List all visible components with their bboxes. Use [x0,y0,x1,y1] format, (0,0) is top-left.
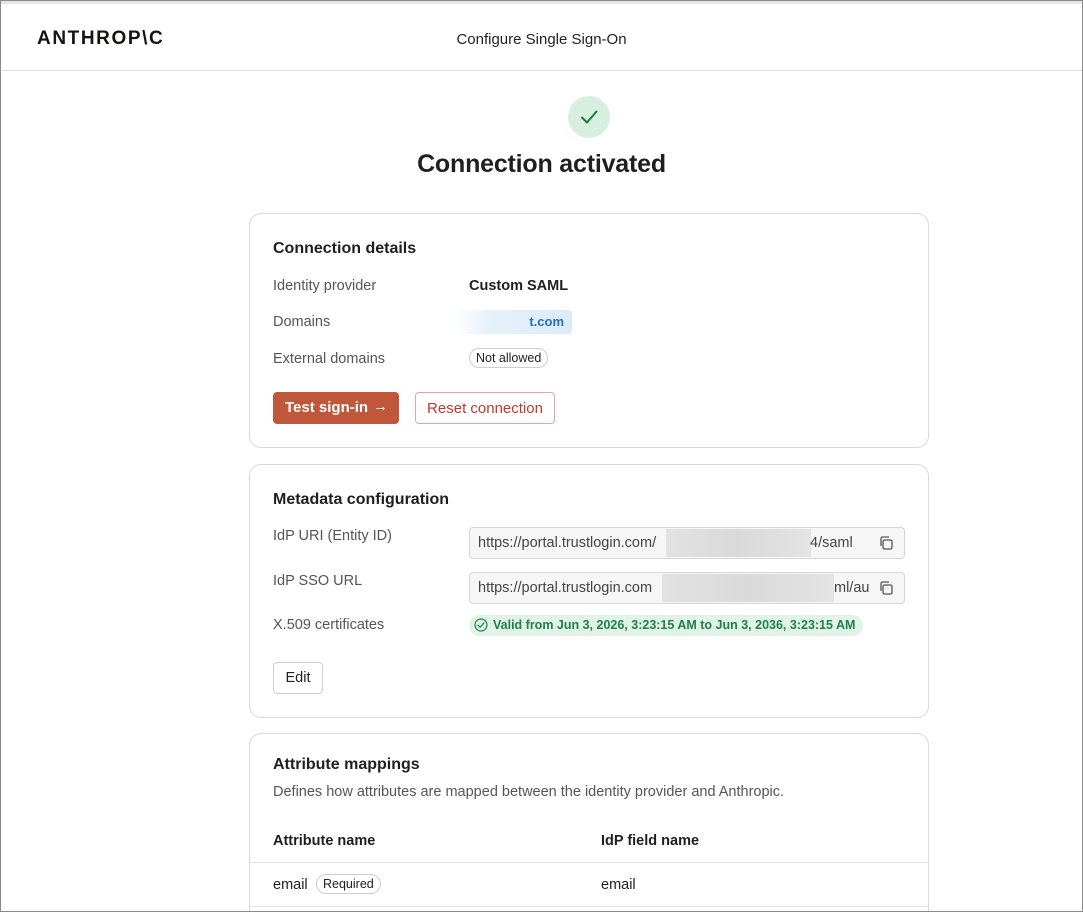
domains-label: Domains [273,314,331,330]
edit-button[interactable]: Edit [273,662,323,694]
idp-uri-value-end: 4/saml [810,535,853,551]
idp-uri-field[interactable]: https://portal.trustlogin.com/ 4/saml [469,527,905,559]
idp-uri-label: IdP URI (Entity ID) [273,528,392,544]
status-heading: Connection activated [417,150,666,178]
domain-chip: t.com [454,310,572,334]
external-domains-badge: Not allowed [469,348,549,368]
x509-certificates-label: X.509 certificates [273,617,385,633]
idp-sso-url-value: https://portal.trustlogin.com [478,580,653,596]
connection-details-card: Connection details Identity provider Cus… [249,213,929,448]
attribute-mappings-title: Attribute mappings [273,756,420,773]
idp-sso-url-value-end: ml/au [834,580,870,596]
idp-sso-url-field[interactable]: https://portal.trustlogin.com ml/au [469,572,905,604]
identity-provider-label: Identity provider [273,278,377,294]
copy-icon[interactable] [878,580,894,596]
column-header-idp-field-name: IdP field name [601,833,700,849]
top-bar: ANTHROP\C Configure Single Sign-On [1,1,1082,71]
test-sign-in-label: Test sign-in [285,399,369,416]
connection-details-title: Connection details [273,240,417,257]
arrow-right-icon: → [373,398,388,415]
attribute-name-cell: email [273,877,308,893]
reset-connection-button[interactable]: Reset connection [415,392,555,424]
idp-uri-value: https://portal.trustlogin.com/ [478,535,657,551]
idp-field-name-cell: email [601,877,636,893]
idp-sso-url-label: IdP SSO URL [273,573,363,589]
page-title: Configure Single Sign-On [456,31,627,48]
app-window: ANTHROP\C Configure Single Sign-On Conne… [0,0,1083,912]
table-divider [250,862,928,863]
test-sign-in-button[interactable]: Test sign-in → [273,392,399,424]
required-badge: Required [316,874,381,894]
certificate-valid-badge: Valid from Jun 3, 2026, 3:23:15 AM to Ju… [469,615,864,636]
success-check-icon [568,96,610,138]
domain-value: t.com [529,314,564,329]
column-header-attribute-name: Attribute name [273,833,376,849]
certificate-valid-text: Valid from Jun 3, 2026, 3:23:15 AM to Ju… [493,618,856,632]
copy-icon[interactable] [878,535,894,551]
metadata-configuration-card: Metadata configuration IdP URI (Entity I… [249,464,929,718]
metadata-configuration-title: Metadata configuration [273,491,450,508]
table-divider [250,906,928,907]
redacted-region [666,529,811,557]
attribute-mappings-card: Attribute mappings Defines how attribute… [249,733,929,911]
external-domains-label: External domains [273,351,386,367]
attribute-mappings-description: Defines how attributes are mapped betwee… [273,784,785,800]
identity-provider-value: Custom SAML [469,278,569,294]
check-circle-icon [474,618,488,632]
redacted-region [662,574,834,602]
